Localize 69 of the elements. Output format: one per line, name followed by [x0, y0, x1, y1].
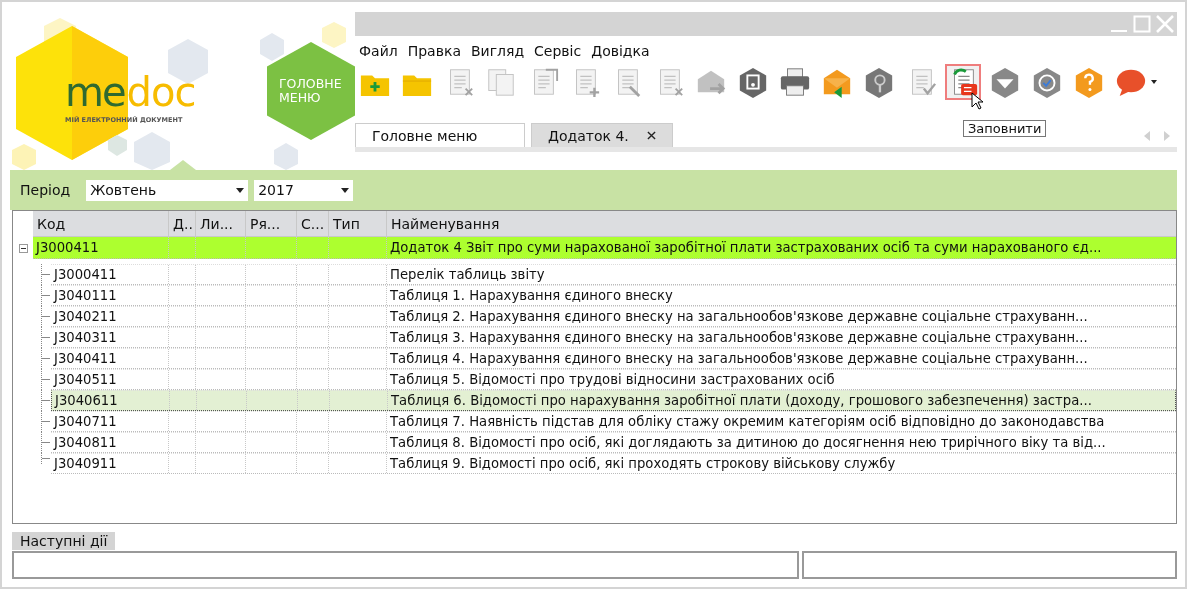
column-header[interactable]: Ли...	[196, 211, 246, 236]
tab[interactable]: Головне меню	[355, 123, 525, 147]
copy-icon	[485, 66, 517, 98]
month-dropdown[interactable]: Жовтень	[86, 179, 249, 201]
table-cell: J3040111	[51, 286, 169, 305]
table-cell-text: Таблиця 4. Нарахування єдиного внеску на загальнообов'язкове державне соціальне страхуванн...	[389, 350, 1089, 368]
logo-text: doc	[126, 72, 196, 112]
dropdown-arrow-icon	[236, 187, 245, 193]
inbox-icon	[989, 66, 1021, 98]
menu-item[interactable]: Сервіс	[534, 43, 582, 59]
sync-check-icon	[1031, 66, 1063, 98]
menu-item[interactable]: Файл	[359, 43, 398, 59]
column-header[interactable]: Тип	[329, 211, 387, 236]
table-cell: J3040811	[51, 433, 169, 452]
maximize-icon[interactable]	[1132, 14, 1152, 34]
table-row[interactable]: J3040611 Таблиця 6. Відомості про нарахування заробітної плати (доходу, грошового забезпечення) застра...	[51, 390, 1176, 411]
tab[interactable]: Додаток 4.	[531, 123, 673, 147]
table-row[interactable]: J3000411 Додаток 4 Звіт про суми нарахованої заробітної плати застрахованих осіб та суми нарахованого єд...	[33, 237, 1176, 259]
table-row[interactable]: J3040411 Таблиця 4. Нарахування єдиного внеску на загальнообов'язкове державне соціальне страхуванн...	[51, 348, 1176, 369]
next-actions-tab[interactable]: Наступні дії	[12, 532, 116, 550]
menu-item[interactable]: Довідка	[591, 43, 650, 59]
table-row[interactable]: J3040111 Таблиця 1. Нарахування єдиного внеску	[51, 285, 1176, 306]
table-cell: J3000411	[33, 237, 169, 258]
logo-text: me	[65, 72, 125, 112]
table-cell: J3040311	[51, 328, 169, 347]
table-cell-text: Таблиця 5. Відомості про трудові відносини застрахованих осіб	[389, 371, 836, 389]
period-label: Період	[20, 182, 71, 198]
menu-item[interactable]: Вигляд	[470, 43, 525, 59]
table-cell: J3040511	[51, 370, 169, 389]
mouse-cursor-icon	[971, 92, 983, 110]
table-cell-text: Таблиця 3. Нарахування єдиного внеску на загальнообов'язкове державне соціальне страхуванн...	[389, 329, 1089, 347]
menu-item[interactable]: Правка	[407, 43, 461, 59]
table-row[interactable]: J3040711 Таблиця 7. Наявність підстав для обліку стажу окремим категоріям осіб відповідно до законодавства	[51, 411, 1176, 432]
column-header[interactable]: Ря...	[246, 211, 297, 236]
table-row[interactable]: J3040211 Таблиця 2. Нарахування єдиного внеску на загальнообов'язкове державне соціальне страхуванн...	[51, 306, 1176, 327]
column-header[interactable]: Найменування	[387, 211, 1176, 236]
table-cell-text: Додаток 4 Звіт про суми нарахованої заробітної плати застрахованих осіб та суми нарахованого єд...	[389, 239, 1103, 257]
help-icon	[1073, 66, 1105, 98]
printer-icon	[779, 66, 811, 98]
table-cell: J3040711	[51, 412, 169, 431]
column-header[interactable]: Д..	[169, 211, 196, 236]
table-cell: J3040911	[51, 454, 169, 473]
table-cell-text: Таблиця 9. Відомості про осіб, які проходять строкову військову службу	[389, 455, 897, 473]
year-dropdown[interactable]: 2017	[254, 179, 354, 201]
search-icon	[863, 66, 895, 98]
table-cell-text: Таблиця 8. Відомості про осіб, які доглядають за дитиною до досягнення нею трирічного віку та від...	[389, 434, 1107, 452]
table-cell: J3040411	[51, 349, 169, 368]
table-row[interactable]: J3040911 Таблиця 9. Відомості про осіб, які проходять строкову військову службу	[51, 453, 1176, 474]
safe-icon	[737, 66, 769, 98]
table-row[interactable]: J3040811 Таблиця 8. Відомості про осіб, які доглядають за дитиною до досягнення нею трирічного віку та від...	[51, 432, 1176, 453]
table-row[interactable]: J3000411 Перелік таблиць звіту	[51, 264, 1176, 285]
table-cell-text: Таблиця 6. Відомості про нарахування заробітної плати (доходу, грошового забезпечення) застра...	[390, 392, 1093, 410]
table-row[interactable]: J3040311 Таблиця 3. Нарахування єдиного внеску на загальнообов'язкове державне соціальне страхуванн...	[51, 327, 1176, 348]
table-cell-text: Таблиця 1. Нарахування єдиного внеску	[389, 287, 674, 305]
table-cell: J3040211	[51, 307, 169, 326]
scroll-left-icon[interactable]	[1143, 131, 1151, 141]
table-cell: J3040611	[52, 391, 170, 410]
table-cell-text: Перелік таблиць звіту	[389, 266, 546, 284]
scroll-right-icon[interactable]	[1163, 131, 1171, 141]
dropdown-arrow-icon	[341, 187, 350, 193]
table-cell: J3000411	[51, 265, 169, 284]
collapse-icon[interactable]	[18, 243, 28, 253]
table-cell-text: Таблиця 2. Нарахування єдиного внеску на загальнообов'язкове державне соціальне страхуванн...	[389, 308, 1089, 326]
close-icon[interactable]	[646, 131, 656, 140]
caret-icon[interactable]	[1151, 80, 1157, 84]
column-header[interactable]: С...	[297, 211, 329, 236]
column-header[interactable]: Код	[33, 211, 169, 236]
table-cell-text: Таблиця 7. Наявність підстав для обліку стажу окремим категоріям осіб відповідно до законодавства	[389, 413, 1106, 431]
tooltip: Заповнити	[963, 120, 1047, 137]
